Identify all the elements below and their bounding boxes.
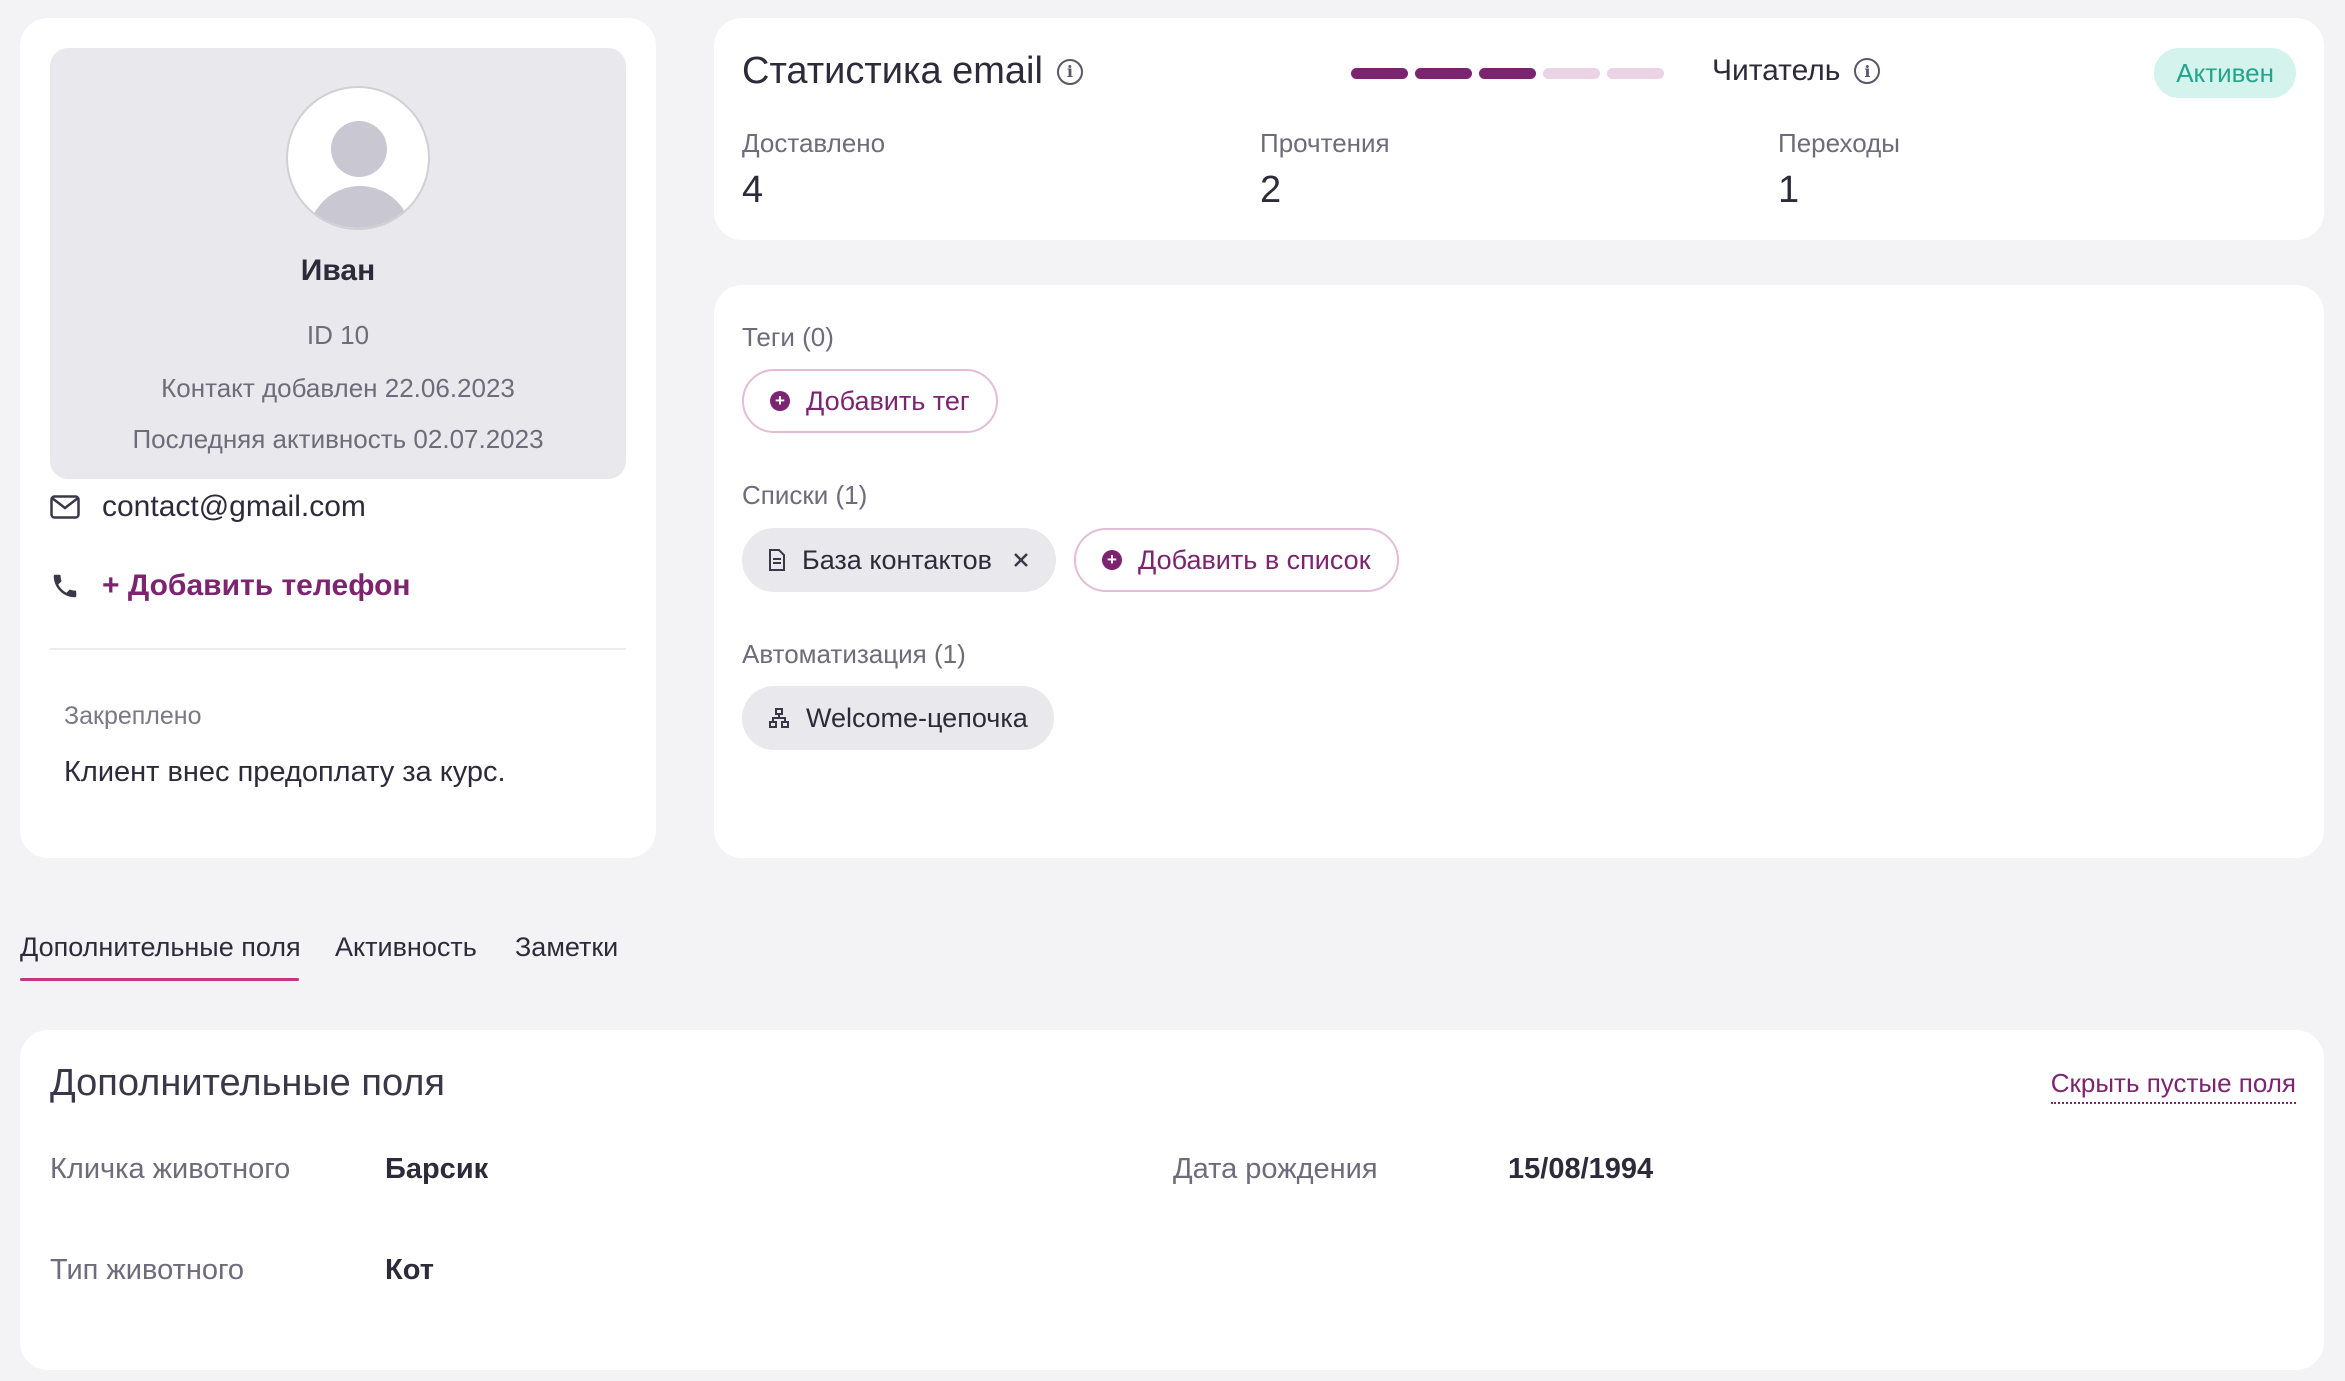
field-label: Дата рождения: [1173, 1153, 1378, 1185]
avatar[interactable]: [286, 86, 430, 230]
field-value[interactable]: Барсик: [385, 1153, 488, 1186]
segments-card: Теги (0) + Добавить тег Списки (1) База …: [714, 285, 2324, 858]
info-icon[interactable]: i: [1854, 58, 1881, 84]
stat-value: 4: [742, 169, 764, 211]
pinned-label: Закреплено: [64, 702, 202, 730]
stat-opens: Прочтения 2: [1260, 128, 1390, 212]
add-to-list-button[interactable]: + Добавить в список: [1074, 528, 1399, 592]
phone-icon: [53, 574, 77, 598]
stat-label: Прочтения: [1260, 128, 1390, 158]
contact-last-activity: Последняя активность 02.07.2023: [132, 424, 544, 454]
extra-fields-title: Дополнительные поля: [50, 1062, 445, 1104]
avatar-head-shape: [331, 121, 387, 177]
automation-label: Автоматизация (1): [742, 639, 966, 669]
level-segment: [1543, 68, 1600, 79]
contact-added-date: Контакт добавлен 22.06.2023: [161, 373, 515, 403]
profile-divider: [50, 648, 626, 650]
email-value[interactable]: contact@gmail.com: [102, 490, 366, 524]
stat-clicks: Переходы 1: [1778, 128, 1900, 212]
level-segment: [1351, 68, 1408, 79]
reader-role-row: Читатель i: [1712, 54, 1881, 88]
tab-extra-fields[interactable]: Дополнительные поля: [20, 932, 301, 963]
pinned-note[interactable]: Клиент внес предоплату за курс.: [64, 756, 506, 789]
tags-label: Теги (0): [742, 322, 834, 352]
hierarchy-icon: [769, 708, 789, 728]
field-value[interactable]: 15/08/1994: [1508, 1153, 1653, 1186]
email-stats-card: Статистика email i Читатель i Активен До…: [714, 18, 2324, 240]
stats-title-row: Статистика email i: [742, 50, 1083, 93]
automation-chip-label: Welcome-цепочка: [806, 702, 1028, 733]
level-segment: [1607, 68, 1664, 79]
automation-chip[interactable]: Welcome-цепочка: [742, 686, 1054, 750]
stat-label: Доставлено: [742, 128, 886, 158]
add-tag-label: Добавить тег: [806, 385, 970, 416]
add-tag-button[interactable]: + Добавить тег: [742, 369, 998, 433]
extra-fields-card: Дополнительные поля Скрыть пустые поля К…: [20, 1030, 2324, 1370]
close-icon[interactable]: [1012, 551, 1030, 569]
stats-title: Статистика email: [742, 50, 1043, 92]
add-phone-link[interactable]: + Добавить телефон: [102, 569, 411, 603]
list-chip-label: База контактов: [802, 544, 992, 575]
profile-summary: Иван ID 10 Контакт добавлен 22.06.2023 П…: [50, 48, 626, 479]
add-to-list-label: Добавить в список: [1138, 544, 1371, 575]
lists-label: Списки (1): [742, 480, 868, 510]
engagement-level: [1351, 68, 1664, 79]
contact-name: Иван: [300, 254, 376, 287]
stat-delivered: Доставлено 4: [742, 128, 885, 212]
field-label: Тип животного: [50, 1254, 245, 1286]
status-badge: Активен: [2154, 48, 2296, 98]
mail-icon: [50, 495, 80, 519]
list-chip[interactable]: База контактов: [742, 528, 1056, 592]
stat-label: Переходы: [1778, 128, 1900, 158]
email-row: contact@gmail.com: [50, 490, 366, 524]
plus-circle-icon: +: [770, 391, 790, 411]
field-value[interactable]: Кот: [385, 1254, 434, 1287]
hide-empty-fields-link[interactable]: Скрыть пустые поля: [2050, 1068, 2296, 1104]
level-segment: [1415, 68, 1472, 79]
tab-notes[interactable]: Заметки: [515, 932, 618, 963]
active-tab-indicator: [20, 978, 299, 981]
plus-circle-icon: +: [1102, 550, 1122, 570]
field-label: Кличка животного: [50, 1153, 291, 1185]
info-icon[interactable]: i: [1056, 58, 1083, 85]
phone-row: + Добавить телефон: [50, 569, 411, 603]
avatar-body-shape: [308, 186, 412, 228]
reader-role: Читатель: [1712, 54, 1841, 87]
stat-value: 1: [1778, 169, 1800, 211]
document-icon: [769, 549, 785, 571]
contact-id: ID 10: [306, 320, 370, 350]
profile-card: Иван ID 10 Контакт добавлен 22.06.2023 П…: [20, 18, 656, 858]
tab-activity[interactable]: Активность: [335, 932, 477, 963]
stat-value: 2: [1260, 169, 1282, 211]
level-segment: [1479, 68, 1536, 79]
